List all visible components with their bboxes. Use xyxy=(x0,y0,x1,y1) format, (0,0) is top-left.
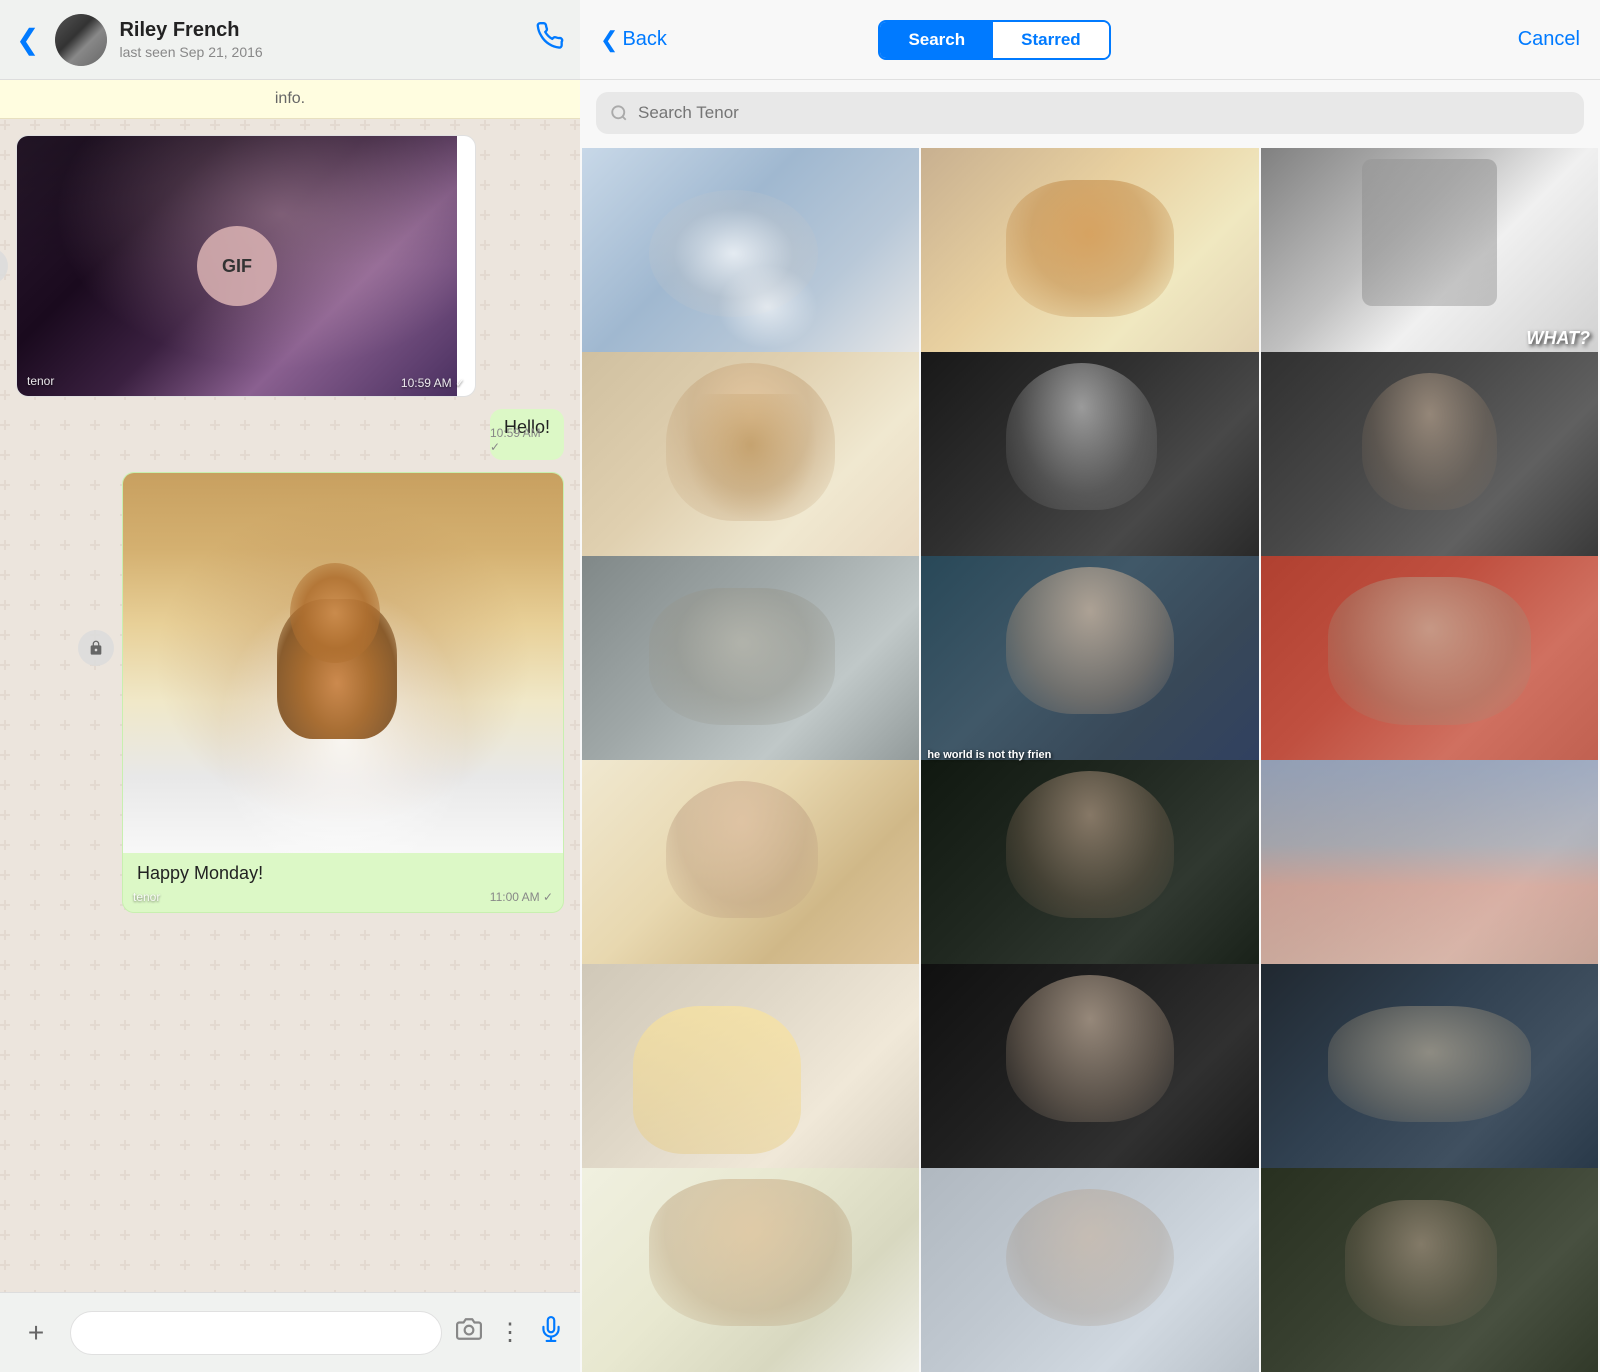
message-hello: Hello! 10:59 AM ✓ xyxy=(490,409,564,460)
add-button[interactable]: + xyxy=(16,1313,56,1353)
search-magnifier-icon xyxy=(610,104,628,122)
tenor-label-2: tenor xyxy=(133,890,160,904)
gif-picker-panel: ❮ Back Search Starred Cancel xyxy=(580,0,1600,1372)
gif-bubble-2[interactable]: tenor Happy Monday! 11:00 AM ✓ xyxy=(122,472,564,913)
share-button-2[interactable] xyxy=(78,630,114,666)
gif-back-button[interactable]: ❮ Back xyxy=(600,27,667,53)
gif-picker-header: ❮ Back Search Starred Cancel xyxy=(580,0,1600,80)
share-button-1[interactable] xyxy=(0,248,8,284)
what-text: WHAT? xyxy=(1526,328,1590,349)
contact-avatar[interactable] xyxy=(55,14,107,66)
hello-timestamp: 10:59 AM ✓ xyxy=(490,426,554,454)
input-bar: + ⋮ xyxy=(0,1292,580,1372)
search-bar-wrapper xyxy=(580,80,1600,146)
info-bar: info. xyxy=(0,80,580,119)
segment-control: Search Starred xyxy=(878,20,1110,60)
hello-bubble: Hello! 10:59 AM ✓ xyxy=(490,409,564,460)
chat-back-button[interactable]: ❮ xyxy=(16,23,39,56)
chat-panel: ❮ Riley French last seen Sep 21, 2016 in… xyxy=(0,0,580,1372)
cancel-button[interactable]: Cancel xyxy=(1518,28,1580,51)
gif-cell-1[interactable] xyxy=(582,148,919,359)
chat-header: ❮ Riley French last seen Sep 21, 2016 xyxy=(0,0,580,80)
contact-status: last seen Sep 21, 2016 xyxy=(119,44,524,60)
back-chevron-icon: ❮ xyxy=(600,27,618,53)
gif-caption-8: he world is not thy frien xyxy=(927,749,1252,761)
gif-grid: WHAT? he world is not thy frien xyxy=(580,146,1600,1372)
messages-area[interactable]: GIF tenor 10:59 AM ✓ Hello! 10:59 AM ✓ xyxy=(0,119,580,1292)
gif-cell-5[interactable] xyxy=(921,352,1258,563)
gif-badge: GIF xyxy=(197,226,277,306)
gif-cell-9[interactable] xyxy=(1261,556,1598,767)
search-tab-button[interactable]: Search xyxy=(880,22,993,58)
contact-info: Riley French last seen Sep 21, 2016 xyxy=(119,19,524,60)
gif-cell-6[interactable] xyxy=(1261,352,1598,563)
gif-cell-2[interactable] xyxy=(921,148,1258,359)
message-group-gif2: tenor Happy Monday! 11:00 AM ✓ xyxy=(122,472,564,913)
input-icons-group: ⋮ xyxy=(456,1316,564,1349)
gif-cell-3[interactable]: WHAT? xyxy=(1261,148,1598,359)
gif-bubble-1[interactable]: GIF tenor 10:59 AM ✓ xyxy=(16,135,476,397)
mic-icon[interactable] xyxy=(538,1316,564,1349)
message-input[interactable] xyxy=(70,1311,442,1355)
contact-name: Riley French xyxy=(119,19,524,42)
phone-icon[interactable] xyxy=(536,22,564,57)
gif-cell-10[interactable] xyxy=(582,760,919,971)
message-group-gif1: GIF tenor 10:59 AM ✓ xyxy=(16,135,564,397)
gif-cell-14[interactable] xyxy=(921,964,1258,1175)
dots-icon[interactable]: ⋮ xyxy=(498,1318,522,1347)
camera-icon[interactable] xyxy=(456,1316,482,1349)
starred-tab-button[interactable]: Starred xyxy=(993,22,1109,58)
gif-cell-7[interactable] xyxy=(582,556,919,767)
received-gif-bubble: GIF tenor 10:59 AM ✓ xyxy=(16,135,476,397)
gif-cell-17[interactable] xyxy=(921,1168,1258,1372)
gif1-timestamp: 10:59 AM ✓ xyxy=(401,376,465,390)
gif-cell-12[interactable] xyxy=(1261,760,1598,971)
gif-cell-13[interactable] xyxy=(582,964,919,1175)
gif-cell-15[interactable] xyxy=(1261,964,1598,1175)
gif-cell-4[interactable] xyxy=(582,352,919,563)
gif-cell-11[interactable] xyxy=(921,760,1258,971)
gif-back-label: Back xyxy=(622,28,666,51)
caption-timestamp: 11:00 AM ✓ xyxy=(490,890,553,904)
caption-bubble: Happy Monday! 11:00 AM ✓ xyxy=(123,853,563,912)
gif-cell-8[interactable]: he world is not thy frien xyxy=(921,556,1258,767)
tenor-label-1: tenor xyxy=(27,374,54,388)
gif-cell-16[interactable] xyxy=(582,1168,919,1372)
gif-cell-18[interactable] xyxy=(1261,1168,1598,1372)
search-bar xyxy=(596,92,1584,134)
search-input[interactable] xyxy=(638,103,1570,123)
